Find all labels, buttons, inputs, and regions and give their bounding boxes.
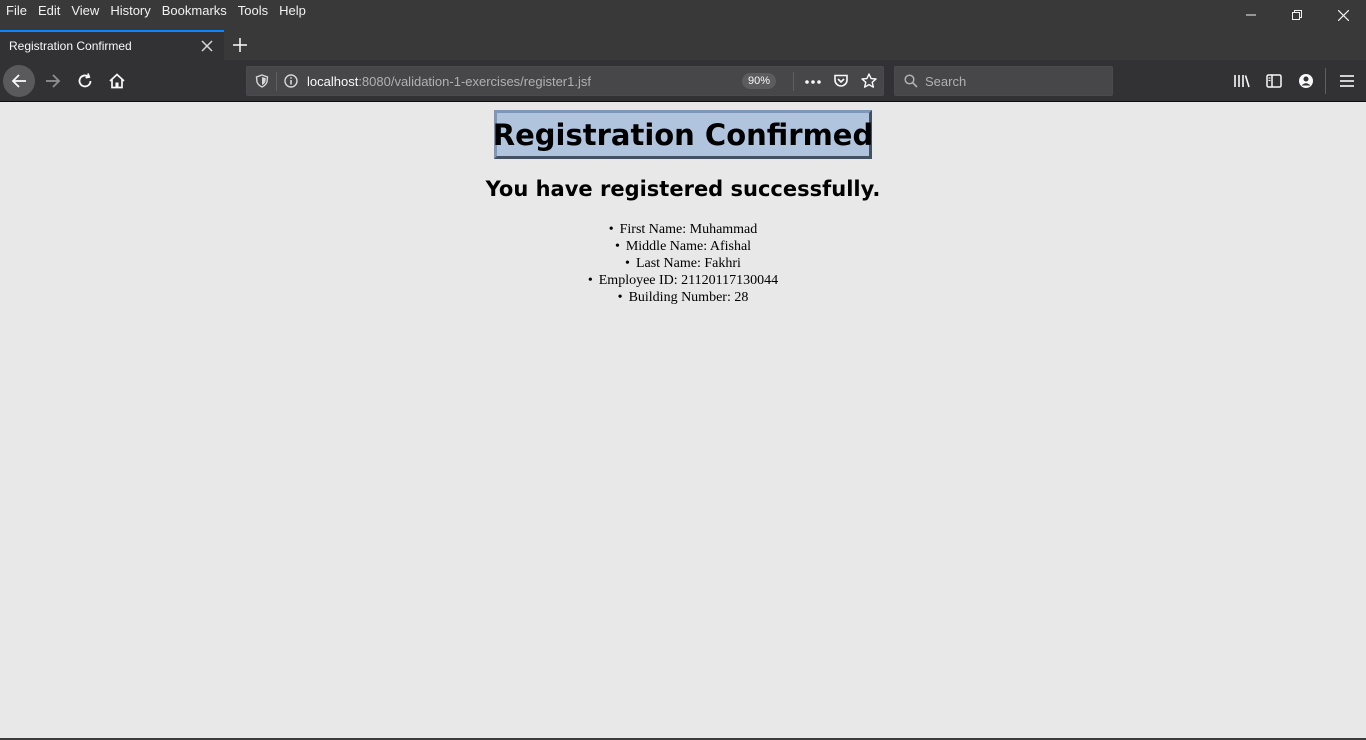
detail-text: Middle Name: Afishal xyxy=(625,239,752,254)
menu-history[interactable]: History xyxy=(110,3,150,18)
detail-building-number: • Building Number: 28 xyxy=(0,289,1366,306)
minimize-icon xyxy=(1246,14,1256,16)
url-host: localhost xyxy=(307,74,359,89)
restore-icon xyxy=(1292,10,1302,20)
forward-button[interactable] xyxy=(37,65,69,97)
detail-middle-name: • Middle Name: Afishal xyxy=(0,238,1366,255)
search-bar[interactable]: Search xyxy=(894,66,1113,96)
bullet-icon: • xyxy=(617,290,623,305)
zoom-level-badge[interactable]: 90% xyxy=(742,73,777,89)
detail-text: Employee ID: 21120117130044 xyxy=(598,273,779,288)
hamburger-menu-icon[interactable] xyxy=(1339,74,1355,88)
bullet-icon: • xyxy=(614,239,620,254)
url-path: :8080/validation-1-exercises/register1.j… xyxy=(358,74,591,89)
menu-items: File Edit View History Bookmarks Tools H… xyxy=(6,3,317,18)
menu-view[interactable]: View xyxy=(71,3,99,18)
reload-button[interactable] xyxy=(69,65,101,97)
detail-last-name: • Last Name: Fakhri xyxy=(0,255,1366,272)
tab-registration-confirmed[interactable]: Registration Confirmed xyxy=(0,30,224,60)
detail-text: First Name: Muhammad xyxy=(619,222,758,237)
menu-bookmarks[interactable]: Bookmarks xyxy=(162,3,227,18)
url-separator xyxy=(793,72,794,91)
library-icon[interactable] xyxy=(1233,73,1251,89)
bullet-icon: • xyxy=(625,256,630,271)
registration-details-list: • First Name: Muhammad • Middle Name: Afis… xyxy=(0,221,1366,306)
search-icon xyxy=(904,74,918,88)
tab-strip: Registration Confirmed xyxy=(0,30,1366,60)
toolbar-separator xyxy=(1325,68,1326,94)
page-title: Registration Confirmed xyxy=(492,117,874,152)
bullet-icon: • xyxy=(608,222,614,237)
menu-tools[interactable]: Tools xyxy=(238,3,268,18)
bullet-icon: • xyxy=(587,273,593,288)
home-icon xyxy=(109,73,125,89)
pocket-icon[interactable] xyxy=(833,73,849,89)
tab-title: Registration Confirmed xyxy=(9,39,132,53)
account-icon[interactable] xyxy=(1298,73,1314,89)
minimize-button[interactable] xyxy=(1228,0,1274,30)
detail-employee-id: • Employee ID: 21120117130044 xyxy=(0,272,1366,289)
tracking-shield-icon[interactable] xyxy=(255,74,269,88)
new-tab-icon[interactable] xyxy=(230,35,250,55)
detail-first-name: • First Name: Muhammad xyxy=(0,221,1366,238)
site-info-icon[interactable] xyxy=(284,74,298,88)
sidebar-icon[interactable] xyxy=(1266,73,1282,89)
url-text[interactable]: localhost:8080/validation-1-exercises/re… xyxy=(307,74,591,89)
page-actions-icon[interactable] xyxy=(804,79,822,85)
page-title-box: Registration Confirmed xyxy=(492,110,874,159)
url-bar[interactable]: localhost:8080/validation-1-exercises/re… xyxy=(246,66,884,96)
back-button[interactable] xyxy=(3,65,35,97)
reload-icon xyxy=(78,73,92,88)
bookmark-star-icon[interactable] xyxy=(861,73,877,89)
detail-text: Last Name: Fakhri xyxy=(635,256,741,271)
restore-button[interactable] xyxy=(1274,0,1320,30)
nav-toolbar: localhost:8080/validation-1-exercises/re… xyxy=(0,60,1366,101)
menu-file[interactable]: File xyxy=(6,3,27,18)
page-content: Registration Confirmed You have register… xyxy=(0,102,1366,738)
menu-edit[interactable]: Edit xyxy=(38,3,60,18)
arrow-left-icon xyxy=(11,74,26,88)
menu-bar: File Edit View History Bookmarks Tools H… xyxy=(0,0,1366,30)
search-placeholder: Search xyxy=(925,74,967,89)
success-message: You have registered successfully. xyxy=(485,177,881,201)
home-button[interactable] xyxy=(101,65,133,97)
detail-text: Building Number: 28 xyxy=(628,290,749,305)
menu-help[interactable]: Help xyxy=(279,3,306,18)
close-window-button[interactable] xyxy=(1320,0,1366,30)
url-separator xyxy=(276,72,277,91)
close-icon xyxy=(1337,9,1349,21)
arrow-right-icon xyxy=(46,74,61,88)
tab-close-icon[interactable] xyxy=(200,39,214,53)
